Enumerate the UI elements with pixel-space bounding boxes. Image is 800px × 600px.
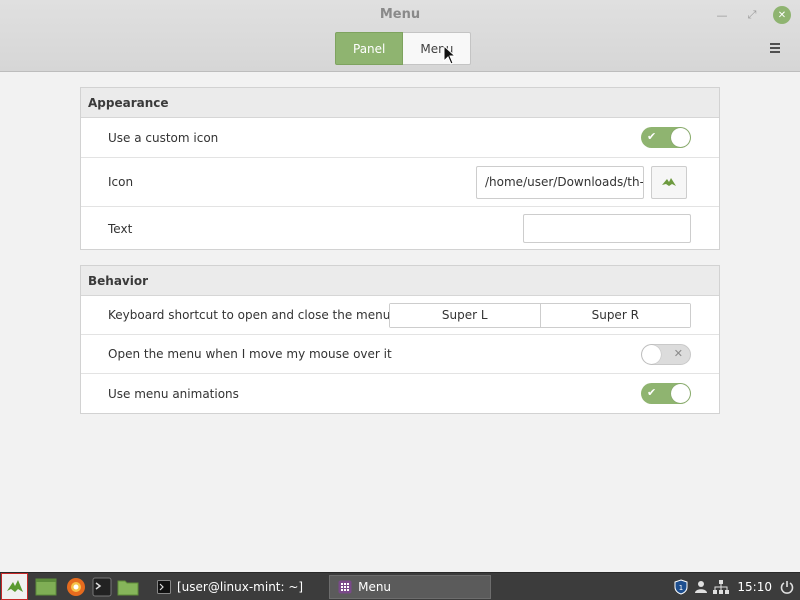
close-button[interactable]: ✕ (773, 6, 791, 24)
hover-open-switch[interactable]: ✕ (641, 343, 691, 365)
tab-menu[interactable]: Menu (403, 32, 472, 65)
text-field[interactable] (523, 214, 691, 243)
power-icon[interactable] (780, 580, 794, 594)
terminal-icon (92, 577, 112, 596)
text-row: Text (81, 207, 719, 250)
hamburger-menu-button[interactable] (767, 40, 783, 56)
maximize-button[interactable]: ⤢ (743, 6, 761, 24)
system-tray: 1 15:10 (673, 578, 800, 595)
tab-panel[interactable]: Panel (335, 32, 404, 65)
shortcut-row: Keyboard shortcut to open and close the … (81, 296, 719, 335)
clock[interactable]: 15:10 (737, 580, 772, 594)
header-bar: Menu — ⤢ ✕ Panel Menu (0, 0, 800, 72)
firefox-icon (67, 577, 85, 596)
taskbar-window-label: [user@linux-mint: ~] (177, 579, 304, 594)
animations-label: Use menu animations (108, 386, 239, 401)
show-desktop-launcher[interactable] (33, 574, 59, 600)
desktop-icon (35, 578, 57, 595)
menu-app-icon (338, 580, 352, 593)
shortcut-keys: Super L Super R (389, 302, 691, 328)
animations-switch[interactable]: ✔ (641, 383, 691, 404)
folder-icon (117, 580, 139, 595)
shortcut-key-1-button[interactable]: Super L (390, 303, 540, 327)
close-icon: ✕ (777, 9, 787, 21)
icon-row: Icon /home/user/Downloads/th- (81, 158, 719, 207)
section-heading: Appearance (81, 88, 719, 118)
section-heading: Behavior (81, 266, 719, 296)
hover-open-row: Open the menu when I move my mouse over … (81, 335, 719, 374)
mint-logo-icon (6, 579, 23, 592)
shortcut-key-2-button[interactable]: Super R (539, 303, 690, 327)
files-launcher[interactable] (115, 574, 141, 600)
icon-label: Icon (108, 175, 134, 189)
custom-icon-label: Use a custom icon (108, 130, 219, 145)
icon-chooser-button[interactable] (651, 165, 687, 199)
taskbar-window-menu[interactable]: Menu (329, 574, 492, 599)
custom-icon-switch[interactable]: ✔ (641, 127, 691, 148)
icon-path-field[interactable]: /home/user/Downloads/th- (476, 165, 644, 199)
appearance-section: Appearance Use a custom icon ✔ Icon /hom… (80, 87, 720, 250)
taskbar-window-terminal[interactable]: [user@linux-mint: ~] (149, 575, 311, 599)
hover-open-label: Open the menu when I move my mouse over … (108, 347, 392, 361)
window-title: Menu (379, 7, 421, 22)
check-icon: ✔ (647, 130, 657, 143)
mint-leaf-icon (662, 178, 676, 186)
user-icon[interactable] (694, 580, 708, 594)
terminal-launcher[interactable] (89, 574, 115, 600)
shield-icon[interactable]: 1 (673, 578, 689, 595)
taskbar-window-label: Menu (358, 579, 392, 594)
terminal-icon (157, 579, 171, 594)
animations-row: Use menu animations ✔ (81, 374, 719, 413)
behavior-section: Behavior Keyboard shortcut to open and c… (80, 265, 720, 414)
check-icon: ✔ (647, 386, 657, 399)
svg-text:1: 1 (679, 584, 683, 592)
minimize-button[interactable]: — (713, 6, 731, 24)
text-label: Text (108, 221, 133, 236)
firefox-launcher[interactable] (63, 574, 89, 600)
custom-icon-row: Use a custom icon ✔ (81, 118, 719, 158)
start-menu-button[interactable] (1, 573, 28, 600)
mouse-cursor-icon (443, 45, 457, 65)
network-icon[interactable] (713, 579, 730, 594)
shortcut-label: Keyboard shortcut to open and close the … (108, 308, 391, 322)
x-icon: ✕ (673, 346, 683, 360)
taskbar: [user@linux-mint: ~] Menu 1 15:10 (0, 572, 800, 600)
